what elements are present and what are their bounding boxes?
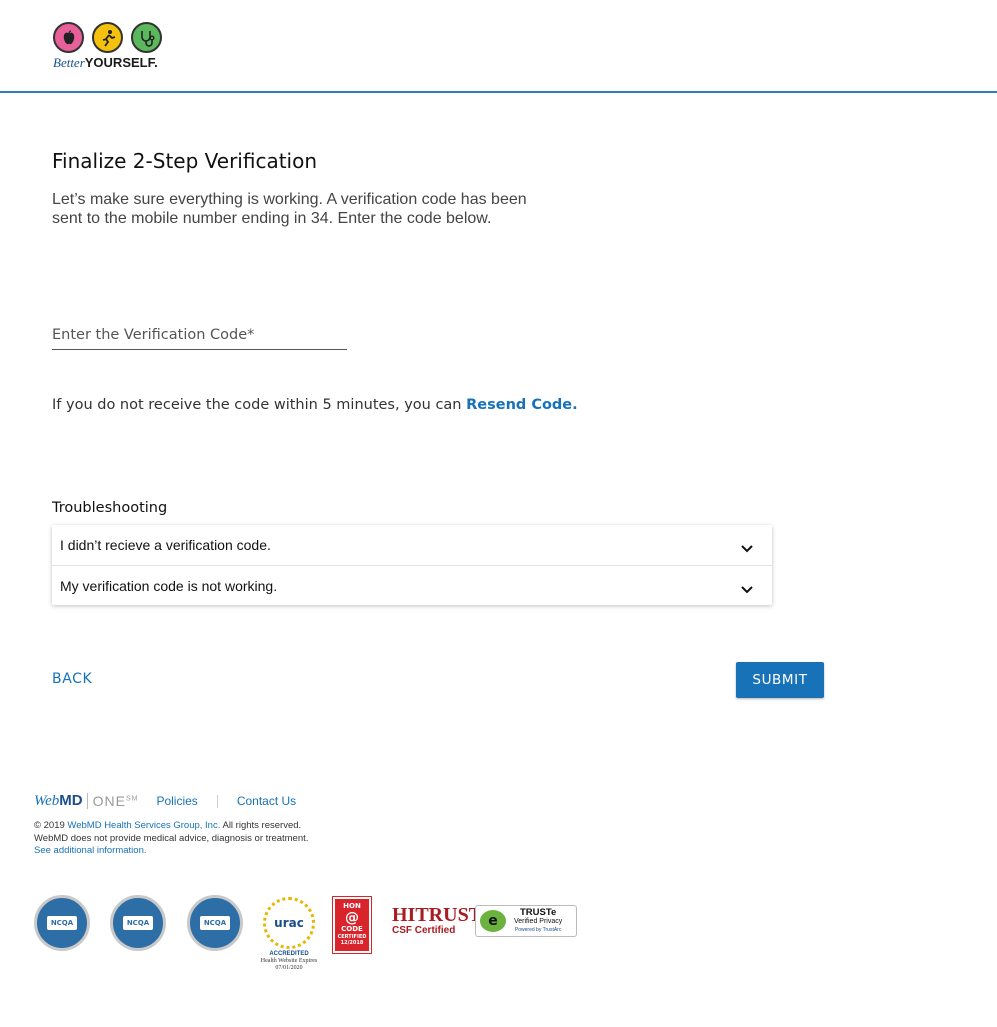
stethoscope-icon <box>131 22 162 53</box>
webmd-logo: WebMD <box>34 792 83 810</box>
webmd-logo-md: MD <box>59 792 83 809</box>
apple-icon <box>53 22 84 53</box>
urac-sub: ACCREDITED Health Website Expires 07/01/… <box>259 951 319 972</box>
disclaimer-text: WebMD does not provide medical advice, d… <box>34 832 309 844</box>
accordion-item-code-not-working[interactable]: My verification code is not working. <box>52 565 772 605</box>
accordion-item-label: My verification code is not working. <box>60 577 278 594</box>
urac-expiry-label: Health Website Expires 07/01/2020 <box>260 958 318 971</box>
troubleshooting-accordion: I didn’t recieve a verification code. My… <box>52 525 772 605</box>
hon-line3: CERTIFIED 12/2018 <box>337 934 367 946</box>
urac-label: urac <box>274 916 304 930</box>
better-yourself-logo: BetterYOURSELF. <box>53 22 173 74</box>
back-button[interactable]: BACK <box>52 671 92 687</box>
resend-text-label: If you do not receive the code within 5 … <box>52 397 462 413</box>
truste-line3: Powered by TrustArc <box>514 926 562 933</box>
chevron-down-icon <box>741 585 753 593</box>
troubleshooting-heading: Troubleshooting <box>52 500 168 516</box>
verification-code-input[interactable] <box>52 327 347 343</box>
submit-button[interactable]: SUBMIT <box>736 662 824 698</box>
accordion-item-label: I didn’t recieve a verification code. <box>60 537 271 553</box>
chevron-down-icon <box>741 545 753 553</box>
logo-text-better: Better <box>53 55 85 70</box>
footer-nav: WebMD ONESM Policies Contact Us <box>34 792 296 810</box>
copyright-year: © 2019 <box>34 820 65 831</box>
urac-accredited-label: ACCREDITED <box>269 951 309 957</box>
hitrust-sub-label: CSF Certified <box>392 925 456 936</box>
webmd-logo-web: Web <box>34 793 60 809</box>
truste-title: TRUSTe <box>520 906 557 918</box>
truste-line2: Verified Privacy <box>514 917 563 925</box>
page-title: Finalize 2-Step Verification <box>52 149 318 173</box>
runner-icon <box>92 22 123 53</box>
webmd-health-services-link[interactable]: WebMD Health Services Group, Inc. <box>67 820 220 831</box>
hon-code-badge: HON @ CODE CERTIFIED 12/2018 <box>332 896 372 954</box>
urac-badge: urac <box>263 897 315 949</box>
policies-link[interactable]: Policies <box>156 794 197 808</box>
truste-e-icon: e <box>480 910 506 932</box>
ncqa-badge-label: NCQA <box>123 916 153 930</box>
certification-badges: NCQA NCQA NCQA urac ACCREDITED Health We… <box>34 895 594 985</box>
ncqa-badge-label: NCQA <box>47 916 77 930</box>
hitrust-label: HITRUST <box>392 904 483 926</box>
ncqa-accredited-disease-badge: NCQA <box>187 895 243 951</box>
ncqa-certified-badge: NCQA <box>34 895 90 951</box>
footer-divider <box>216 794 218 808</box>
hon-line2: CODE <box>341 925 363 933</box>
hitrust-badge: HITRUST CSF Certified <box>392 905 482 936</box>
contact-us-link[interactable]: Contact Us <box>237 794 296 808</box>
additional-info-link[interactable]: See additional information. <box>34 845 147 856</box>
one-logo-text: ONE <box>92 793 126 809</box>
header: BetterYOURSELF. <box>0 0 997 93</box>
copyright-suffix: All rights reserved. <box>222 820 302 831</box>
resend-code-link[interactable]: Resend Code. <box>466 397 578 413</box>
logo-text-yourself: YOURSELF. <box>84 55 158 70</box>
ncqa-badge-label: NCQA <box>200 916 230 930</box>
resend-text: If you do not receive the code within 5 … <box>52 397 578 413</box>
one-logo: ONESM <box>86 793 139 809</box>
ncqa-accredited-wellness-badge: NCQA <box>110 895 166 951</box>
copyright-block: © 2019 WebMD Health Services Group, Inc.… <box>34 820 308 858</box>
page-description: Let’s make sure everything is working. A… <box>52 191 527 227</box>
accordion-item-no-code[interactable]: I didn’t recieve a verification code. <box>52 525 772 565</box>
one-logo-sup: SM <box>125 795 139 803</box>
truste-badge[interactable]: e TRUSTe Verified Privacy Powered by Tru… <box>475 905 577 937</box>
verification-code-field[interactable] <box>52 324 347 350</box>
